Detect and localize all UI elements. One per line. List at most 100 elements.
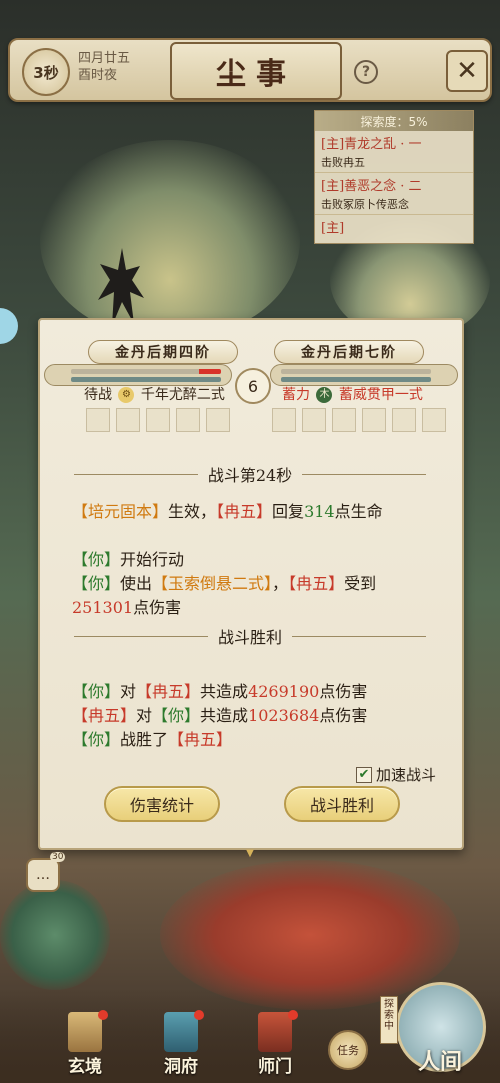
log-skill: 【培元固本】 xyxy=(72,502,169,521)
quest-title: [主]青龙之乱 · 一 xyxy=(321,137,422,152)
log-separator-text: 战斗第24秒 xyxy=(207,466,293,485)
player-realm-label: 金丹后期四阶 xyxy=(88,340,238,364)
battle-dialog: 金丹后期四阶 金丹后期七阶 6 待战 ⚙ 千年尤醉二式 蓄力 木 蓄威贯甲一式 … xyxy=(38,318,464,850)
scroll-icon xyxy=(68,1012,102,1052)
skill-slot[interactable] xyxy=(176,408,200,432)
quest-item[interactable]: [主] xyxy=(315,215,473,238)
skill-slot[interactable] xyxy=(422,408,446,432)
nav-label: 师门 xyxy=(258,1057,292,1077)
quest-panel: 探索度：5% [主]青龙之乱 · 一 击败冉五 [主]善恶之念 · 二 击败冢原… xyxy=(314,110,474,244)
log-skill: 【玉索倒悬二式】 xyxy=(152,574,273,593)
log-text: ， xyxy=(272,574,289,593)
timer-badge: 3秒 xyxy=(22,48,70,96)
notification-dot xyxy=(288,1010,298,1020)
battle-log[interactable]: 战斗第24秒 【培元固本】生效，【冉五】回复314点生命 【你】开始行动 【你】… xyxy=(40,438,462,758)
log-line: 【你】使出【玉索倒悬二式】，【冉五】受到 xyxy=(72,570,376,594)
banner-icon xyxy=(258,1012,292,1052)
log-line: 251301点伤害 xyxy=(72,594,181,618)
skill-slot[interactable] xyxy=(392,408,416,432)
date-line: 四月廿五 xyxy=(78,51,131,66)
speed-checkbox[interactable]: ✔ xyxy=(356,766,372,783)
log-text: 回复 xyxy=(272,502,305,521)
log-text: 点伤害 xyxy=(319,706,368,725)
damage-stats-button[interactable]: 伤害统计 xyxy=(104,786,220,822)
skill-slot[interactable] xyxy=(272,408,296,432)
nav-label: 洞府 xyxy=(164,1057,198,1077)
log-text: 使出 xyxy=(120,574,153,593)
exploring-tag: 探索中 xyxy=(380,996,398,1044)
skill-slot[interactable] xyxy=(116,408,140,432)
nav-item-xuanjing[interactable]: 玄境 xyxy=(50,1010,120,1080)
chat-badge: 30 xyxy=(50,852,66,862)
explore-progress: 探索度：5% xyxy=(315,111,473,131)
enemy-skill: 蓄威贯甲一式 xyxy=(338,387,423,403)
log-line: 【培元固本】生效，【冉五】回复314点生命 xyxy=(72,498,383,522)
help-icon[interactable]: ? xyxy=(354,60,378,84)
skill-slot[interactable] xyxy=(332,408,356,432)
enemy-hp-bar xyxy=(281,369,431,374)
notification-dot xyxy=(194,1010,204,1020)
log-line: 【你】开始行动 xyxy=(72,546,184,570)
log-enemy: 【冉五】 xyxy=(136,682,201,701)
player-status: 待战 ⚙ 千年尤醉二式 xyxy=(84,384,225,404)
nav-item-dongfu[interactable]: 洞府 xyxy=(146,1010,216,1080)
log-text: 开始行动 xyxy=(120,550,185,569)
player-state: 待战 xyxy=(84,387,112,403)
battle-victory-button[interactable]: 战斗胜利 xyxy=(284,786,400,822)
player-hp-frame xyxy=(44,364,232,386)
skill-slot[interactable] xyxy=(362,408,386,432)
lantern-icon xyxy=(164,1012,198,1052)
log-text: 点伤害 xyxy=(319,682,368,701)
wood-element-icon: 木 xyxy=(316,387,333,403)
close-button[interactable]: ✕ xyxy=(446,50,488,92)
log-player: 【你】 xyxy=(72,574,121,593)
round-counter: 6 xyxy=(235,368,271,404)
log-separator-text: 战斗胜利 xyxy=(218,628,283,647)
log-enemy: 【冉五】 xyxy=(216,502,273,521)
quest-item[interactable]: [主]善恶之念 · 二 击败冢原卜传恶念 xyxy=(315,173,473,215)
log-player: 【你】 xyxy=(72,682,121,701)
skill-slot[interactable] xyxy=(206,408,230,432)
nav-item-shimen[interactable]: 师门 xyxy=(240,1010,310,1080)
top-bar: 3秒 四月廿五 酉时夜 尘事 ? ✕ xyxy=(8,38,492,102)
log-player: 【你】 xyxy=(72,730,121,749)
mission-button[interactable]: 任务 xyxy=(328,1030,368,1070)
log-separator: 战斗第24秒 xyxy=(64,464,436,485)
enemy-status: 蓄力 木 蓄威贯甲一式 xyxy=(282,384,423,404)
player-mp-bar xyxy=(71,377,221,382)
game-date: 四月廿五 酉时夜 xyxy=(78,50,130,84)
chat-icon: … xyxy=(36,867,50,883)
quest-title: [主] xyxy=(321,221,345,236)
log-text: 点生命 xyxy=(334,502,383,521)
skill-slot[interactable] xyxy=(146,408,170,432)
log-text: 共造成 xyxy=(200,682,249,701)
log-player: 【你】 xyxy=(152,706,201,725)
gear-icon: ⚙ xyxy=(118,387,135,403)
quest-item[interactable]: [主]青龙之乱 · 一 击败冉五 xyxy=(315,131,473,173)
dialog-handle-icon: ▼ xyxy=(246,848,254,859)
log-enemy: 【冉五】 xyxy=(168,730,233,749)
log-enemy: 【冉五】 xyxy=(72,706,137,725)
log-line: 【你】战胜了【冉五】 xyxy=(72,726,232,750)
notification-dot xyxy=(98,1010,108,1020)
lotus-leaves xyxy=(0,880,110,990)
log-text: 共造成 xyxy=(200,706,249,725)
quest-title: [主]善恶之念 · 二 xyxy=(321,179,422,194)
log-text: 战胜了 xyxy=(120,730,169,749)
log-value: 1023684 xyxy=(248,706,320,725)
log-line: 【你】对【冉五】共造成4269190点伤害 xyxy=(72,678,367,702)
page-title: 尘事 xyxy=(170,42,342,100)
log-value: 251301 xyxy=(72,598,134,617)
log-value: 314 xyxy=(304,502,335,521)
speed-label: 加速战斗 xyxy=(376,766,437,784)
chat-button[interactable]: … 30 xyxy=(26,852,66,892)
enemy-hp-frame xyxy=(270,364,458,386)
skill-slot[interactable] xyxy=(302,408,326,432)
enemy-mp-bar xyxy=(281,377,431,382)
log-text: 生效， xyxy=(168,502,217,521)
log-text: 对 xyxy=(136,706,153,725)
speed-battle-toggle[interactable]: ✔ 加速战斗 xyxy=(356,764,436,785)
skill-slot[interactable] xyxy=(86,408,110,432)
player-hp-fill xyxy=(198,369,221,374)
mountain-scenery xyxy=(40,140,300,340)
